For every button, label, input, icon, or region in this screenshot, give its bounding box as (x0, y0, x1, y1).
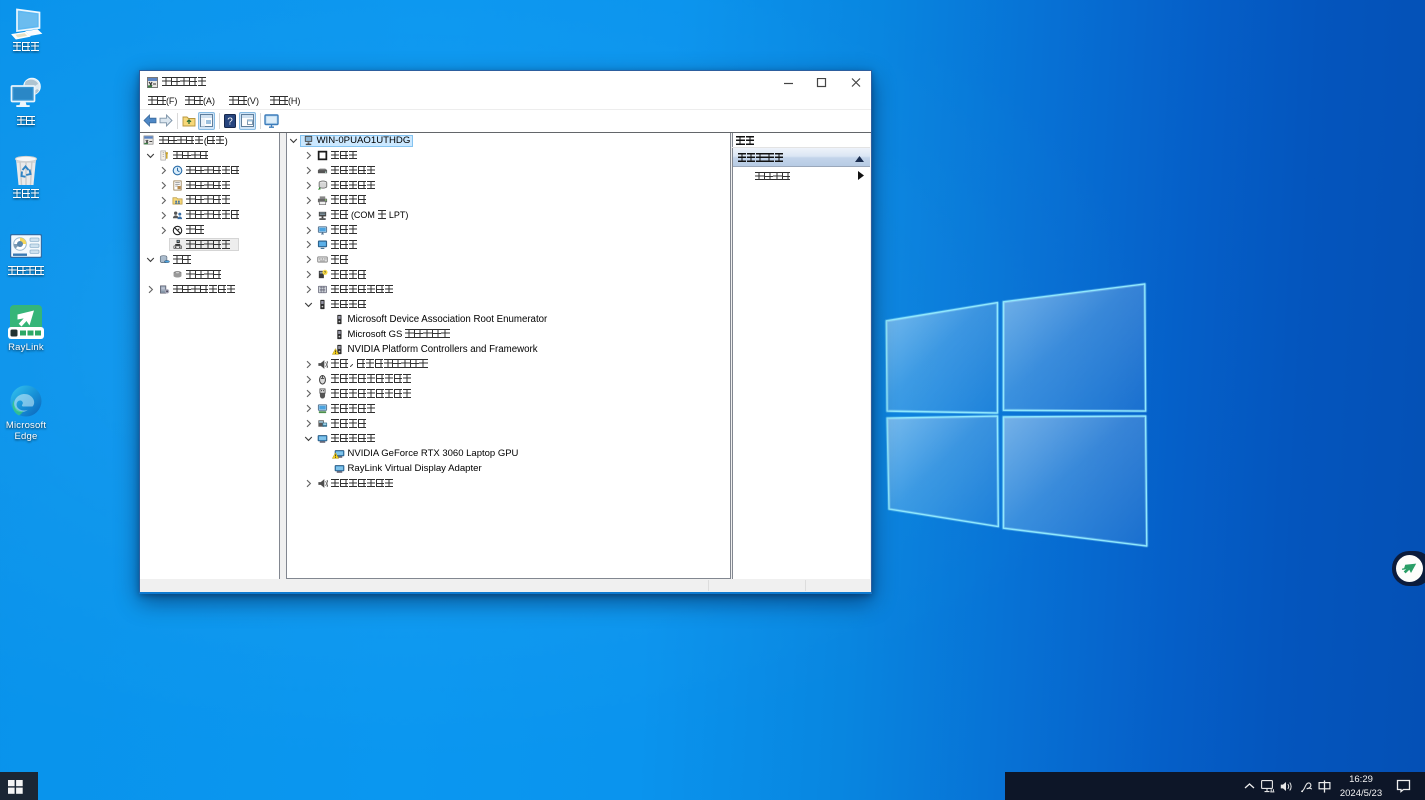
svg-text:?: ? (227, 117, 233, 128)
